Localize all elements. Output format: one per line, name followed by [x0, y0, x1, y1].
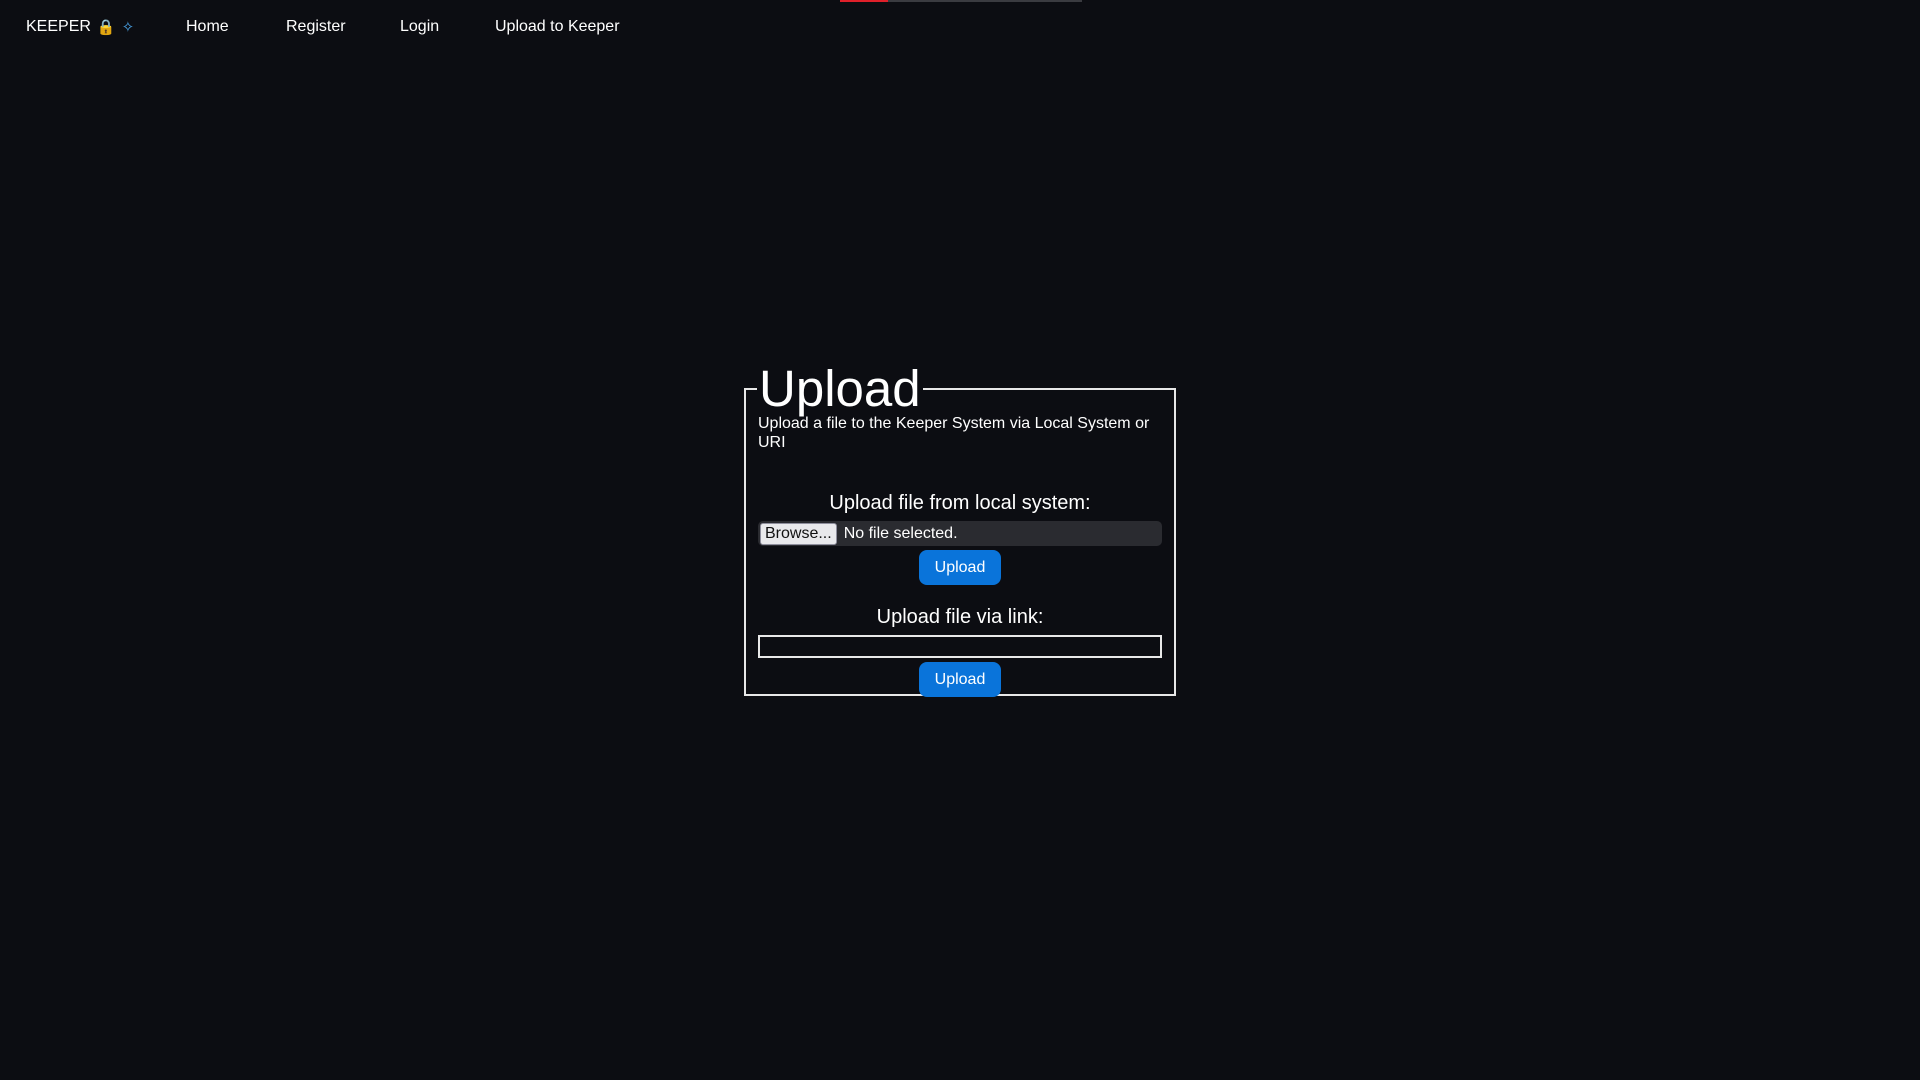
lock-icon: 🔒 [96, 18, 116, 36]
browse-button[interactable]: Browse... [760, 522, 837, 545]
paintbrush-icon: ✧ [121, 18, 135, 36]
upload-panel: Upload Upload a file to the Keeper Syste… [744, 360, 1176, 697]
brand-name: KEEPER [26, 18, 91, 35]
nav-link-login[interactable]: Login [400, 18, 439, 36]
upload-local-button[interactable]: Upload [919, 550, 1001, 585]
file-picker[interactable]: Browse... No file selected. [758, 521, 1162, 546]
navbar: KEEPER 🔒 ✧ Home Register Login Upload to… [0, 0, 1920, 54]
local-upload-label: Upload file from local system: [829, 492, 1091, 514]
upload-description: Upload a file to the Keeper System via L… [758, 415, 1150, 451]
file-status: No file selected. [843, 524, 958, 542]
upload-link-button[interactable]: Upload [919, 662, 1001, 697]
nav-link-upload-to-keeper[interactable]: Upload to Keeper [495, 18, 620, 36]
brand[interactable]: KEEPER 🔒 ✧ [26, 18, 134, 36]
nav-link-home[interactable]: Home [186, 18, 229, 36]
upload-link-input[interactable] [758, 635, 1162, 658]
upload-title: Upload [759, 360, 921, 417]
link-upload-label: Upload file via link: [876, 606, 1044, 628]
nav-link-register[interactable]: Register [286, 18, 346, 36]
